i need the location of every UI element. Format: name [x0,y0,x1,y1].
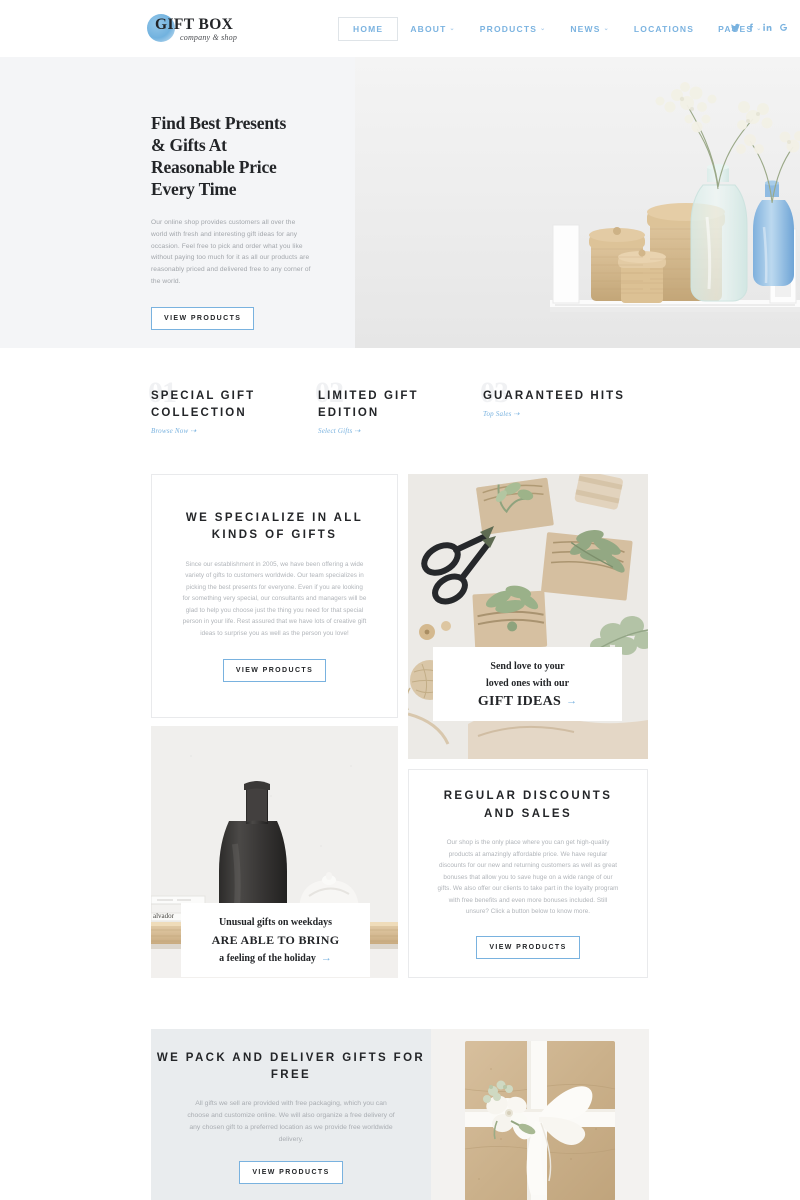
feature-column-2: 02 LIMITED GIFT EDITION Select Gifts ⇢ [315,376,483,435]
hero-image [355,57,800,348]
google-icon[interactable] [779,23,788,35]
nav-label: HOME [353,23,384,34]
content-grid: WE SPECIALIZE IN ALL KINDS OF GIFTS Sinc… [0,474,800,1004]
overlay-emphasis: ARE ABLE TO BRING [211,932,340,947]
feature-title: GUARANTEED HITS [483,390,626,402]
banner-title: WE PACK AND DELIVER GIFTS FOR FREE [156,1051,426,1082]
card-specialize: WE SPECIALIZE IN ALL KINDS OF GIFTS Sinc… [151,474,398,718]
card-text: Our shop is the only place where you can… [437,839,619,916]
hero-title-line: & Gifts At [151,135,227,155]
nav-label: PRODUCTS [479,23,538,34]
feature-title: LIMITED GIFT EDITION [318,390,419,419]
hero-title-line: Find Best Presents [151,113,287,133]
hero-copy: Find Best Presents & Gifts At Reasonable… [151,112,336,330]
chevron-down-icon: ⌄ [540,25,547,32]
linkedin-icon[interactable] [763,23,772,35]
feature-column-3: 03 GUARANTEED HITS Top Sales ⇢ [480,376,648,435]
overlay-line-2: loved ones with our [485,677,570,689]
specialize-view-products-button[interactable]: VIEW PRODUCTS [222,659,327,683]
overlay-emphasis: GIFT IDEAS [477,693,562,709]
feature-link-browse-now[interactable]: Browse Now ⇢ [151,427,318,435]
card-title: REGULAR DISCOUNTS AND SALES [443,790,613,820]
arrow-right-icon: → [566,695,578,707]
discounts-view-products-button[interactable]: VIEW PRODUCTS [476,935,580,959]
hero-title: Find Best Presents & Gifts At Reasonable… [151,112,336,200]
hero-description: Our online shop provides customers all o… [151,219,311,285]
chevron-down-icon: ⌄ [449,25,456,32]
svg-text:alvador: alvador [153,912,175,920]
overlay-gift-ideas[interactable]: Send love to your loved ones with our GI… [433,647,622,721]
nav-label: ABOUT [410,23,447,34]
feature-link-select-gifts[interactable]: Select Gifts ⇢ [318,427,483,435]
nav-item-home[interactable]: HOME [338,16,399,41]
hero-view-products-button[interactable]: VIEW PRODUCTS [151,306,255,330]
logo-title: GIFT BOX [155,15,234,33]
facebook-icon[interactable] [747,23,756,35]
nav-label: NEWS [570,23,601,34]
overlay-line-1: Unusual gifts on weekdays [218,916,333,928]
chevron-down-icon: ⌄ [603,25,610,32]
banner-view-products-button[interactable]: VIEW PRODUCTS [239,1160,343,1184]
nav-item-news[interactable]: NEWS ⌄ [558,18,622,40]
banner-copy: WE PACK AND DELIVER GIFTS FOR FREE All g… [151,1029,431,1200]
social-links [731,23,788,35]
card-title: WE SPECIALIZE IN ALL KINDS OF GIFTS [185,511,364,542]
nav-label: LOCATIONS [633,23,695,34]
feature-link-top-sales[interactable]: Top Sales ⇢ [483,410,648,418]
twitter-icon[interactable] [731,23,740,35]
feature-title: SPECIAL GIFT COLLECTION [151,390,256,419]
hero-title-line: Reasonable Price [151,157,277,177]
arrow-right-icon: → [320,952,332,964]
site-header: GIFT BOX company & shop HOME ABOUT ⌄ PRO… [0,0,800,57]
logo[interactable]: GIFT BOX company & shop [147,13,275,42]
feature-column-1: 01 SPECIAL GIFT COLLECTION Browse Now ⇢ [148,376,318,435]
hero-title-line: Every Time [151,179,237,199]
nav-item-products[interactable]: PRODUCTS ⌄ [468,18,559,40]
photo-gift-box-ribbon [431,1029,649,1200]
card-text: Since our establishment in 2005, we have… [182,560,367,637]
logo-subtitle: company & shop [180,32,238,42]
banner-text: All gifts we sell are provided with free… [187,1099,395,1143]
main-navigation: HOME ABOUT ⌄ PRODUCTS ⌄ NEWS ⌄ LOCATIONS… [338,16,774,41]
nav-item-about[interactable]: ABOUT ⌄ [398,18,467,40]
overlay-line-3: a feeling of the holiday [219,952,316,964]
overlay-line-1: Send love to your [490,660,565,672]
nav-item-locations[interactable]: LOCATIONS [622,18,706,40]
delivery-banner: WE PACK AND DELIVER GIFTS FOR FREE All g… [151,1029,649,1200]
overlay-weekdays[interactable]: Unusual gifts on weekdays ARE ABLE TO BR… [181,903,370,977]
hero-section: Find Best Presents & Gifts At Reasonable… [0,57,800,348]
feature-columns: 01 SPECIAL GIFT COLLECTION Browse Now ⇢ … [0,348,800,435]
card-discounts: REGULAR DISCOUNTS AND SALES Our shop is … [408,769,648,978]
